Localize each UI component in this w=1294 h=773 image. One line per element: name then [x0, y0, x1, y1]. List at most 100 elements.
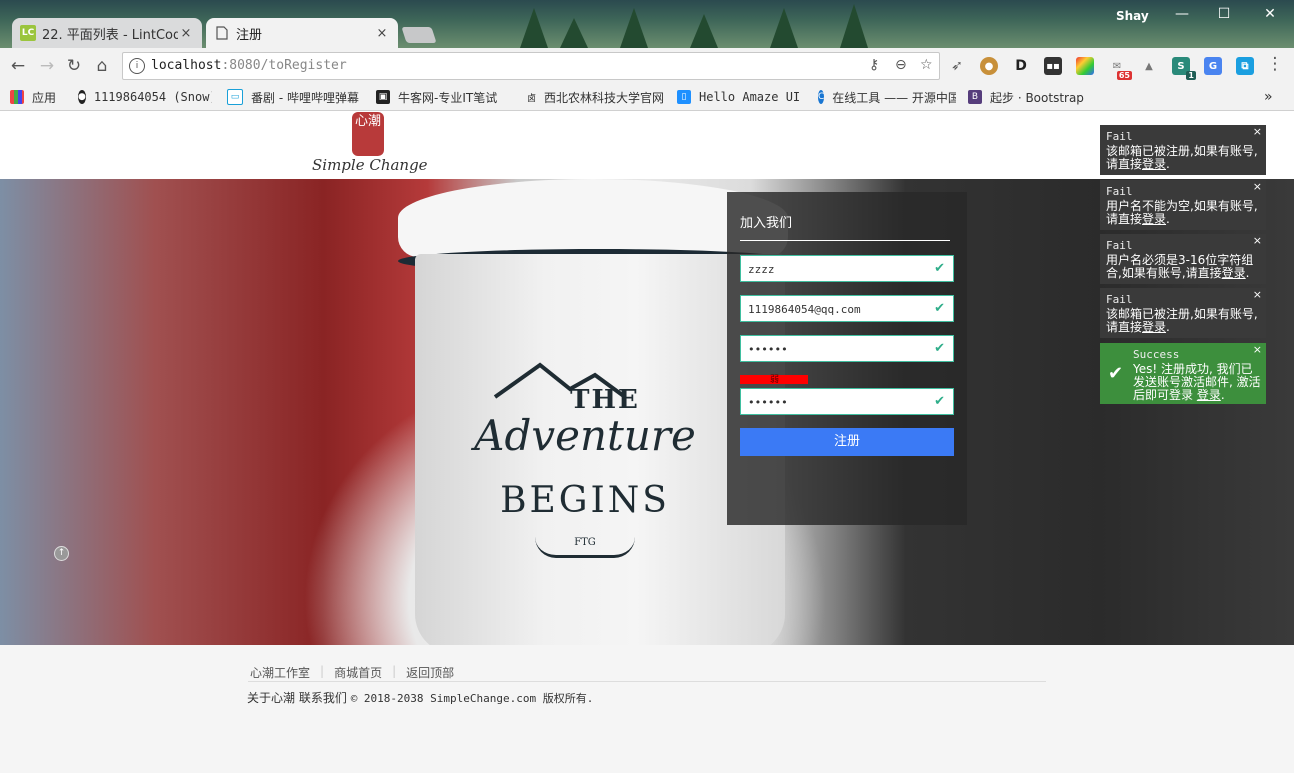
tools-icon: C: [818, 90, 825, 104]
back-icon[interactable]: ←: [8, 56, 28, 76]
login-link[interactable]: 登录: [1142, 157, 1166, 171]
logo-wordmark: Simple Change: [312, 156, 428, 174]
colorzilla-extension-icon[interactable]: [1076, 57, 1094, 75]
login-link[interactable]: 登录: [1222, 266, 1246, 280]
mug-text-begins: BEGINS: [500, 480, 670, 521]
toast-message: 该邮箱已被注册,如果有账号,请直接登录.: [1106, 307, 1258, 334]
password-field[interactable]: ✔: [740, 335, 954, 362]
footer-link-back-to-top[interactable]: 返回顶部: [406, 664, 454, 681]
site-footer: 心潮工作室 | 商城首页 | 返回顶部 关于心潮 联系我们 © 2018-203…: [0, 645, 1294, 773]
toast-title: Fail: [1106, 185, 1133, 198]
close-window-icon[interactable]: ✕: [1260, 6, 1280, 22]
reload-icon[interactable]: ↻: [64, 56, 84, 76]
s-extension-icon[interactable]: S1: [1172, 57, 1196, 80]
login-link[interactable]: 登录: [1142, 320, 1166, 334]
footer-link-mall-home[interactable]: 商城首页: [334, 664, 382, 681]
mail-extension-icon[interactable]: ✉ 65: [1108, 57, 1132, 80]
bookmark-bootstrap[interactable]: B 起步 · Bootstrap: [968, 88, 1102, 106]
register-button[interactable]: 注册: [740, 428, 954, 456]
forward-icon[interactable]: →: [37, 56, 57, 76]
screenshot-extension-icon[interactable]: ⧉: [1236, 57, 1254, 75]
login-link[interactable]: 登录: [1197, 388, 1221, 402]
bookmark-online-tools[interactable]: C 在线工具 —— 开源中国: [818, 88, 956, 106]
footer-link-studio[interactable]: 心潮工作室: [250, 664, 310, 681]
mug-graphic: THE Adventure BEGINS FTG: [455, 359, 715, 558]
footer-link-about[interactable]: 关于心潮: [247, 691, 295, 705]
bookmark-nwafu[interactable]: 卤 西北农林科技大学官网: [527, 88, 663, 106]
bookmark-github[interactable]: ● 1119864054 (Snow): [78, 88, 212, 106]
minimize-icon[interactable]: —: [1172, 6, 1192, 22]
toast-title: Fail: [1106, 130, 1133, 143]
home-icon[interactable]: ⌂: [92, 56, 112, 76]
register-form: 加入我们 ✔ ✔ ✔ 弱 ✔ 注册: [727, 192, 967, 525]
browser-toolbar: ← → ↻ ⌂ i localhost:8080/toRegister ⚷ ⊖ …: [0, 48, 1294, 84]
footer-divider: [248, 681, 1046, 682]
profile-name[interactable]: Shay: [1116, 9, 1149, 23]
apps-icon: [10, 90, 24, 104]
close-icon[interactable]: ×: [1253, 288, 1262, 301]
url-text[interactable]: localhost:8080/toRegister: [151, 58, 347, 73]
drive-extension-icon[interactable]: ▲: [1140, 57, 1158, 75]
confirm-password-field[interactable]: ✔: [740, 388, 954, 415]
username-field[interactable]: ✔: [740, 255, 954, 282]
toast-fail: Fail × 用户名不能为空,如果有账号,请直接登录.: [1100, 180, 1266, 230]
bookmark-star-icon[interactable]: ☆: [920, 57, 933, 73]
bookmarks-more-icon[interactable]: »: [1264, 88, 1273, 106]
checkmark-icon: ✔: [1108, 363, 1124, 384]
site-logo[interactable]: 心潮 Simple Change: [312, 112, 428, 178]
check-icon: ✔: [934, 301, 945, 316]
new-tab-button[interactable]: [401, 27, 437, 43]
address-bar[interactable]: i localhost:8080/toRegister ⚷ ⊖ ☆: [122, 52, 940, 80]
bilibili-icon: ▭: [227, 89, 243, 105]
password-input[interactable]: [748, 340, 928, 358]
username-input[interactable]: [748, 260, 928, 278]
tampermonkey-extension-icon[interactable]: ▪▪: [1044, 57, 1062, 75]
menu-icon[interactable]: ⋮: [1265, 54, 1285, 74]
background-tree: [620, 8, 648, 48]
check-icon: ✔: [934, 394, 945, 409]
toast-fail: Fail × 该邮箱已被注册,如果有账号,请直接登录.: [1100, 125, 1266, 175]
bookmark-amaze-ui[interactable]: ▯ Hello Amaze UI: [677, 88, 807, 106]
background-tree: [770, 8, 798, 48]
dashlane-extension-icon[interactable]: D: [1012, 57, 1030, 75]
tab-close-icon[interactable]: ×: [374, 26, 390, 41]
strength-label: 弱: [770, 375, 780, 385]
login-link[interactable]: 登录: [1142, 212, 1166, 226]
tab-close-icon[interactable]: ×: [178, 26, 194, 41]
translate-extension-icon[interactable]: G: [1204, 57, 1222, 75]
cookie-extension-icon[interactable]: ●: [980, 57, 998, 75]
bookmark-apps[interactable]: 应用: [10, 88, 70, 106]
footer-links: 心潮工作室 | 商城首页 | 返回顶部: [250, 664, 454, 681]
lintcode-favicon-icon: LC: [20, 25, 36, 41]
page-icon: [214, 25, 230, 41]
email-input[interactable]: [748, 300, 928, 318]
maximize-icon[interactable]: ☐: [1214, 6, 1234, 22]
check-icon: ✔: [934, 341, 945, 356]
rocket-extension-icon[interactable]: ➶: [948, 57, 966, 75]
footer-link-contact[interactable]: 联系我们: [299, 691, 347, 705]
tab-register[interactable]: 注册 ×: [206, 18, 398, 48]
confirm-password-input[interactable]: [748, 393, 928, 411]
key-icon[interactable]: ⚷: [869, 57, 879, 73]
toast-message: Yes! 注册成功, 我们已发送账号激活邮件, 激活后即可登录 登录.: [1133, 362, 1261, 402]
close-icon[interactable]: ×: [1253, 180, 1262, 193]
close-icon[interactable]: ×: [1253, 234, 1262, 247]
scroll-up-icon[interactable]: ↑: [54, 546, 69, 561]
background-tree: [840, 4, 868, 48]
close-icon[interactable]: ×: [1253, 343, 1262, 356]
divider: |: [320, 664, 325, 678]
close-icon[interactable]: ×: [1253, 125, 1262, 138]
bookmark-bilibili[interactable]: ▭ 番剧 - 哔哩哔哩弹幕: [227, 88, 365, 106]
footer-copyright-row: 关于心潮 联系我们 © 2018-2038 SimpleChange.com 版…: [247, 689, 593, 706]
toast-title: Fail: [1106, 293, 1133, 306]
bookmarks-bar: 应用 ● 1119864054 (Snow) ▭ 番剧 - 哔哩哔哩弹幕 ▣ 牛…: [0, 84, 1294, 111]
zoom-icon[interactable]: ⊖: [895, 57, 907, 73]
check-icon: ✔: [934, 261, 945, 276]
tab-lintcode[interactable]: LC 22. 平面列表 - LintCode ×: [12, 18, 202, 48]
password-strength-bar: 弱: [740, 375, 808, 385]
bookmark-nowcoder[interactable]: ▣ 牛客网-专业IT笔试: [376, 88, 512, 106]
nwafu-icon: 卤: [527, 93, 537, 104]
site-info-icon[interactable]: i: [129, 58, 145, 74]
copyright-text: © 2018-2038 SimpleChange.com 版权所有.: [350, 692, 594, 705]
email-field[interactable]: ✔: [740, 295, 954, 322]
